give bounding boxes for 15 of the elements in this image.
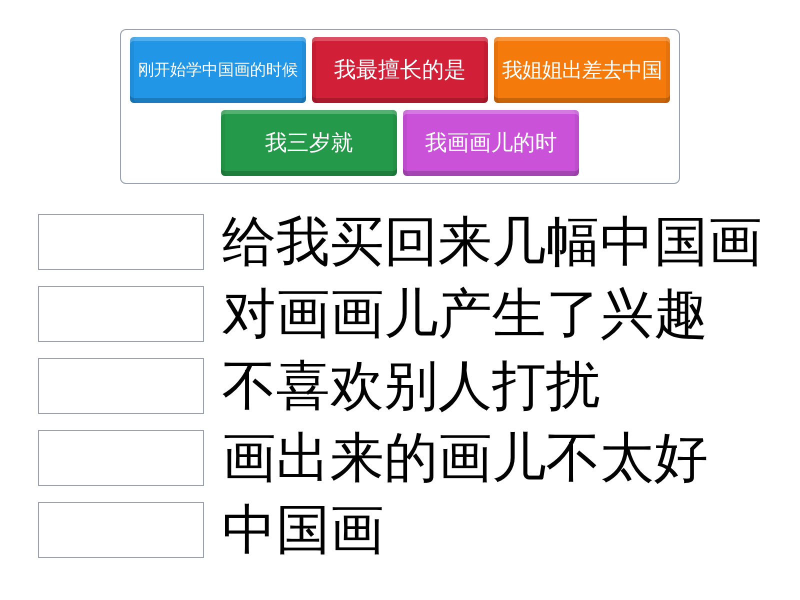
answer-box[interactable] xyxy=(38,430,204,486)
answer-box[interactable] xyxy=(38,358,204,414)
word-tile[interactable]: 刚开始学中国画的时候 xyxy=(130,37,306,103)
word-tile[interactable]: 我姐姐出差去中国 xyxy=(494,37,670,103)
prompt-text: 中国画 xyxy=(222,501,384,559)
word-tile[interactable]: 我最擅长的是 xyxy=(312,37,488,103)
prompt-text: 对画画儿产生了兴趣 xyxy=(222,285,708,343)
answer-box[interactable] xyxy=(38,286,204,342)
word-tile[interactable]: 我三岁就 xyxy=(221,110,397,176)
prompt-text: 给我买回来几幅中国画 xyxy=(222,213,762,271)
prompt-text: 不喜欢别人打扰 xyxy=(222,357,600,415)
prompt-text: 画出来的画儿不太好 xyxy=(222,429,708,487)
answer-box[interactable] xyxy=(38,214,204,270)
answer-box[interactable] xyxy=(38,502,204,558)
word-tile[interactable]: 我画画儿的时 xyxy=(403,110,579,176)
